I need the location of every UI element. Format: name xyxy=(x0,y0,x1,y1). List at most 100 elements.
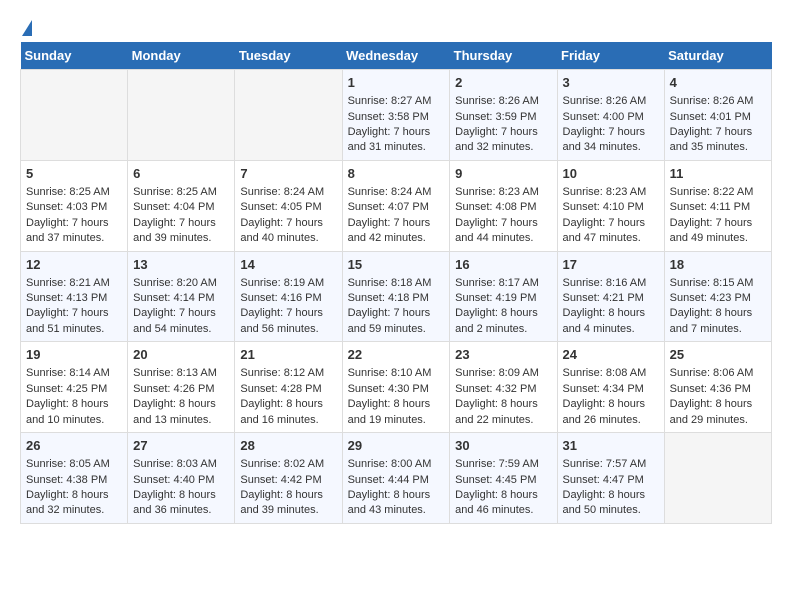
day-info: Sunrise: 8:18 AM xyxy=(348,276,445,291)
day-info: Sunrise: 8:24 AM xyxy=(348,185,445,200)
day-info: Sunset: 4:11 PM xyxy=(670,200,766,215)
day-number: 8 xyxy=(348,165,445,183)
day-number: 26 xyxy=(26,437,122,455)
day-info: and 44 minutes. xyxy=(455,231,551,246)
day-info: Daylight: 7 hours xyxy=(670,125,766,140)
day-info: Sunrise: 8:26 AM xyxy=(670,94,766,109)
day-info: and 37 minutes. xyxy=(26,231,122,246)
calendar-cell: 20Sunrise: 8:13 AMSunset: 4:26 PMDayligh… xyxy=(128,342,235,433)
day-info: Sunset: 4:08 PM xyxy=(455,200,551,215)
day-info: Daylight: 7 hours xyxy=(26,216,122,231)
day-info: and 40 minutes. xyxy=(240,231,336,246)
day-info: Sunset: 4:04 PM xyxy=(133,200,229,215)
day-info: Sunset: 4:21 PM xyxy=(563,291,659,306)
calendar-cell: 4Sunrise: 8:26 AMSunset: 4:01 PMDaylight… xyxy=(664,70,771,161)
day-info: and 49 minutes. xyxy=(670,231,766,246)
day-info: Daylight: 7 hours xyxy=(455,216,551,231)
day-number: 7 xyxy=(240,165,336,183)
calendar-cell: 30Sunrise: 7:59 AMSunset: 4:45 PMDayligh… xyxy=(450,433,557,524)
day-info: Daylight: 8 hours xyxy=(563,488,659,503)
day-info: Sunset: 4:26 PM xyxy=(133,382,229,397)
day-info: Sunset: 4:28 PM xyxy=(240,382,336,397)
day-info: Daylight: 7 hours xyxy=(133,306,229,321)
calendar-cell: 2Sunrise: 8:26 AMSunset: 3:59 PMDaylight… xyxy=(450,70,557,161)
day-number: 9 xyxy=(455,165,551,183)
day-info: Sunrise: 7:59 AM xyxy=(455,457,551,472)
day-number: 28 xyxy=(240,437,336,455)
day-info: and 59 minutes. xyxy=(348,322,445,337)
day-number: 12 xyxy=(26,256,122,274)
day-info: Daylight: 8 hours xyxy=(348,488,445,503)
day-number: 6 xyxy=(133,165,229,183)
day-info: Sunrise: 8:25 AM xyxy=(133,185,229,200)
calendar-cell: 5Sunrise: 8:25 AMSunset: 4:03 PMDaylight… xyxy=(21,160,128,251)
day-info: Daylight: 8 hours xyxy=(563,306,659,321)
day-info: Daylight: 8 hours xyxy=(26,397,122,412)
day-info: Sunset: 4:36 PM xyxy=(670,382,766,397)
calendar-cell: 16Sunrise: 8:17 AMSunset: 4:19 PMDayligh… xyxy=(450,251,557,342)
day-info: Sunset: 4:45 PM xyxy=(455,473,551,488)
calendar-week-2: 5Sunrise: 8:25 AMSunset: 4:03 PMDaylight… xyxy=(21,160,772,251)
day-info: and 47 minutes. xyxy=(563,231,659,246)
day-info: Sunset: 4:25 PM xyxy=(26,382,122,397)
day-number: 1 xyxy=(348,74,445,92)
calendar-cell: 10Sunrise: 8:23 AMSunset: 4:10 PMDayligh… xyxy=(557,160,664,251)
day-info: and 7 minutes. xyxy=(670,322,766,337)
calendar-body: 1Sunrise: 8:27 AMSunset: 3:58 PMDaylight… xyxy=(21,70,772,524)
day-info: and 13 minutes. xyxy=(133,413,229,428)
calendar-cell: 23Sunrise: 8:09 AMSunset: 4:32 PMDayligh… xyxy=(450,342,557,433)
calendar-cell: 11Sunrise: 8:22 AMSunset: 4:11 PMDayligh… xyxy=(664,160,771,251)
logo xyxy=(20,20,32,30)
calendar-cell xyxy=(235,70,342,161)
header xyxy=(20,20,772,30)
calendar-cell: 6 Sunrise: 8:25 AMSunset: 4:04 PMDaylight… xyxy=(128,160,235,251)
day-number: 19 xyxy=(26,346,122,364)
day-info: Daylight: 7 hours xyxy=(240,216,336,231)
calendar-cell: 13Sunrise: 8:20 AMSunset: 4:14 PMDayligh… xyxy=(128,251,235,342)
day-info: Sunrise: 8:26 AM xyxy=(455,94,551,109)
calendar-cell: 8Sunrise: 8:24 AMSunset: 4:07 PMDaylight… xyxy=(342,160,450,251)
day-info: Sunset: 4:01 PM xyxy=(670,110,766,125)
day-info: and 51 minutes. xyxy=(26,322,122,337)
calendar-cell: 25Sunrise: 8:06 AMSunset: 4:36 PMDayligh… xyxy=(664,342,771,433)
day-info: Sunrise: 8:16 AM xyxy=(563,276,659,291)
day-info: and 32 minutes. xyxy=(26,503,122,518)
day-info: Sunrise: 8:19 AM xyxy=(240,276,336,291)
day-info: and 16 minutes. xyxy=(240,413,336,428)
calendar-cell: 29Sunrise: 8:00 AMSunset: 4:44 PMDayligh… xyxy=(342,433,450,524)
calendar-cell: 15Sunrise: 8:18 AMSunset: 4:18 PMDayligh… xyxy=(342,251,450,342)
calendar-week-1: 1Sunrise: 8:27 AMSunset: 3:58 PMDaylight… xyxy=(21,70,772,161)
day-info: Sunrise: 8:10 AM xyxy=(348,366,445,381)
day-info: Daylight: 7 hours xyxy=(563,125,659,140)
calendar-cell: 19 Sunrise: 8:14 AMSunset: 4:25 PMDayligh… xyxy=(21,342,128,433)
day-info: Sunset: 3:58 PM xyxy=(348,110,445,125)
day-info: Sunset: 4:44 PM xyxy=(348,473,445,488)
day-info: Sunrise: 8:12 AM xyxy=(240,366,336,381)
day-number: 21 xyxy=(240,346,336,364)
day-info: and 19 minutes. xyxy=(348,413,445,428)
calendar-week-4: 19Sunrise: 8:14 AMSunset: 4:25 PMDayligh… xyxy=(21,342,772,433)
day-info: Daylight: 7 hours xyxy=(133,216,229,231)
day-info: Daylight: 8 hours xyxy=(348,397,445,412)
day-info: Sunset: 4:40 PM xyxy=(133,473,229,488)
day-info: Daylight: 8 hours xyxy=(240,397,336,412)
day-header-tuesday: Tuesday xyxy=(235,42,342,70)
day-info: Sunrise: 8:20 AM xyxy=(133,276,229,291)
day-info: Sunrise: 8:14 AM xyxy=(26,366,122,381)
day-info: and 4 minutes. xyxy=(563,322,659,337)
day-info: Sunrise: 8:00 AM xyxy=(348,457,445,472)
logo-icon xyxy=(22,20,32,36)
calendar-cell: 12Sunrise: 8:21 AMSunset: 4:13 PMDayligh… xyxy=(21,251,128,342)
day-info: and 50 minutes. xyxy=(563,503,659,518)
day-info: and 26 minutes. xyxy=(563,413,659,428)
day-info: Sunrise: 8:26 AM xyxy=(563,94,659,109)
day-number: 16 xyxy=(455,256,551,274)
day-header-saturday: Saturday xyxy=(664,42,771,70)
calendar-cell xyxy=(21,70,128,161)
calendar-cell: 26Sunrise: 8:05 AMSunset: 4:38 PMDayligh… xyxy=(21,433,128,524)
calendar-cell: 28Sunrise: 8:02 AMSunset: 4:42 PMDayligh… xyxy=(235,433,342,524)
calendar-table: SundayMondayTuesdayWednesdayThursdayFrid… xyxy=(20,42,772,524)
day-info: Sunrise: 8:03 AM xyxy=(133,457,229,472)
day-info: Sunset: 4:16 PM xyxy=(240,291,336,306)
calendar-cell: 31Sunrise: 7:57 AMSunset: 4:47 PMDayligh… xyxy=(557,433,664,524)
